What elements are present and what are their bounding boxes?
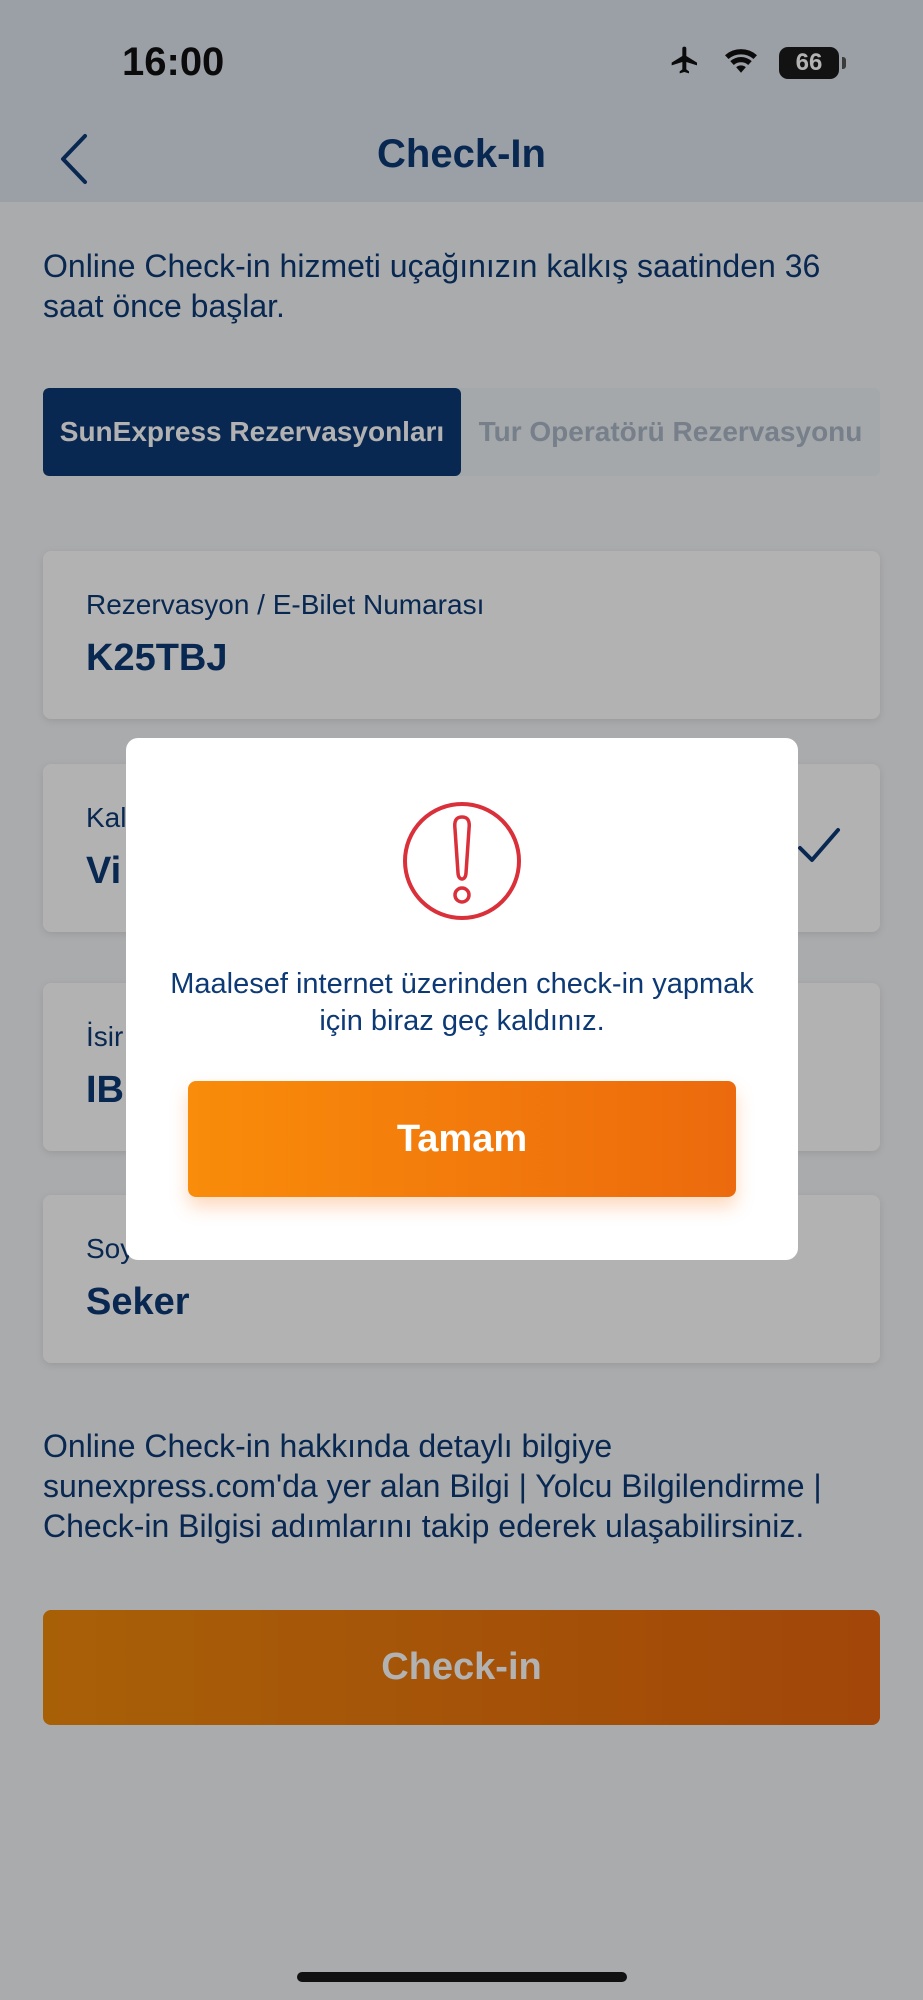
exclamation-circle-icon xyxy=(402,801,522,926)
home-indicator xyxy=(297,1972,627,1982)
alert-dialog: Maalesef internet üzerinden check-in yap… xyxy=(126,738,798,1260)
ok-button[interactable]: Tamam xyxy=(188,1081,736,1197)
alert-message: Maalesef internet üzerinden check-in yap… xyxy=(170,968,754,1037)
